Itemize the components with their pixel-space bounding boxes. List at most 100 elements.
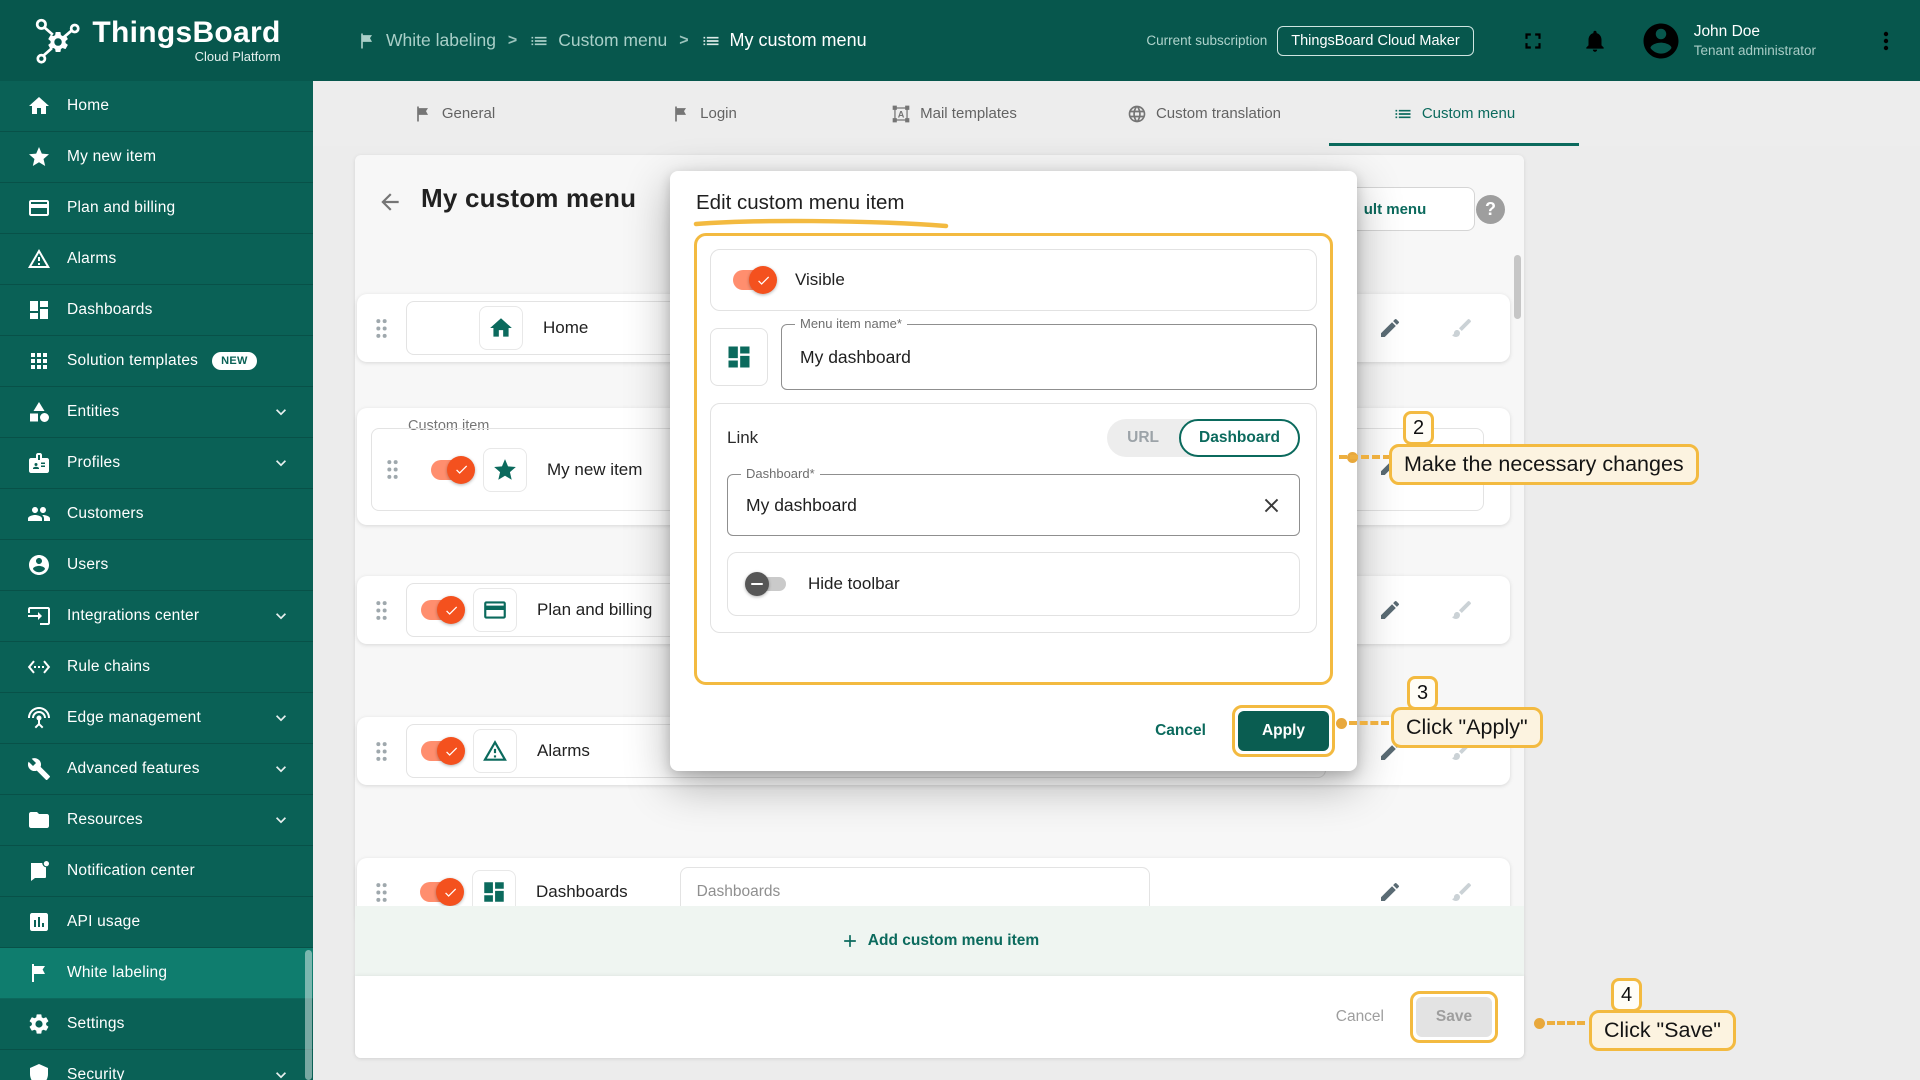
annotation-step-label: Make the necessary changes [1389, 444, 1699, 485]
sidebar-item-users[interactable]: Users [0, 540, 313, 591]
list-icon [1393, 104, 1413, 124]
sidebar-item-solution-templates[interactable]: Solution templates NEW [0, 336, 313, 387]
drag-handle-icon[interactable] [375, 318, 388, 339]
sidebar-item-home[interactable]: Home [0, 81, 313, 132]
annotation-connector-dash [1339, 455, 1391, 459]
chevron-down-icon [276, 409, 286, 416]
sheet-footer: Cancel Save [355, 976, 1524, 1058]
sidebar-item-plan-and-billing[interactable]: Plan and billing [0, 183, 313, 234]
fullscreen-icon[interactable] [1520, 28, 1546, 54]
hide-toolbar-toggle[interactable] [745, 572, 786, 596]
apps-icon [27, 349, 51, 373]
field-label: Dashboard* [741, 466, 820, 481]
category-icon [27, 400, 51, 424]
menu-row-label: Dashboards [536, 882, 628, 901]
sidebar-item-entities[interactable]: Entities [0, 387, 313, 438]
star-icon [27, 145, 51, 169]
flag-icon [27, 961, 51, 985]
sidebar-scrollbar[interactable] [305, 950, 312, 1080]
sidebar-item-customers[interactable]: Customers [0, 489, 313, 540]
sidebar-item-notification-center[interactable]: Notification center [0, 846, 313, 897]
breadcrumb-white-labeling[interactable]: White labeling [357, 30, 496, 51]
menu-item-name-field[interactable]: Menu item name* My dashboard [781, 316, 1317, 390]
back-arrow-icon[interactable] [377, 189, 403, 215]
visible-toggle[interactable] [733, 266, 777, 294]
sidebar-item-edge-management[interactable]: Edge management [0, 693, 313, 744]
help-icon[interactable]: ? [1476, 195, 1505, 224]
sidebar-item-api-usage[interactable]: API usage [0, 897, 313, 948]
sidebar-item-advanced-features[interactable]: Advanced features [0, 744, 313, 795]
input-icon [27, 604, 51, 628]
tab-general[interactable]: General [329, 81, 579, 146]
tab-login[interactable]: Login [579, 81, 829, 146]
breadcrumb-my-custom-menu[interactable]: My custom menu [701, 30, 867, 51]
user-info[interactable]: John Doe Tenant administrator [1694, 23, 1816, 58]
check-icon [444, 887, 456, 897]
chevron-down-icon [276, 766, 286, 773]
tab-custom-menu[interactable]: Custom menu [1329, 81, 1579, 146]
tab-custom-translation[interactable]: Custom translation [1079, 81, 1329, 146]
brush-icon[interactable] [1450, 880, 1474, 904]
warning-icon[interactable] [473, 729, 517, 773]
edit-pencil-icon[interactable] [1378, 316, 1402, 340]
menu-row-label: My new item [547, 459, 643, 479]
globe-icon [1127, 104, 1147, 124]
annotation-connector-dot [1336, 718, 1347, 729]
link-card: Link URL Dashboard Dashboard* My dashboa… [710, 403, 1317, 633]
dashboard-select-field[interactable]: Dashboard* My dashboard [727, 466, 1300, 536]
drag-handle-icon[interactable] [375, 741, 388, 762]
build-icon [27, 757, 51, 781]
flag-icon [671, 104, 691, 124]
notifications-bell-icon[interactable] [1582, 28, 1608, 54]
apply-button[interactable]: Apply [1237, 711, 1329, 751]
hide-toolbar-label: Hide toolbar [808, 574, 900, 593]
annotation-step-label: Click "Apply" [1391, 707, 1543, 748]
home-icon[interactable] [479, 306, 523, 350]
visible-toggle[interactable] [421, 596, 465, 624]
dialog-cancel-button[interactable]: Cancel [1139, 712, 1222, 750]
sidebar-item-settings[interactable]: Settings [0, 999, 313, 1050]
sidebar-item-alarms[interactable]: Alarms [0, 234, 313, 285]
brush-icon[interactable] [1450, 316, 1474, 340]
edit-pencil-icon[interactable] [1378, 598, 1402, 622]
sidebar-item-rule-chains[interactable]: Rule chains [0, 642, 313, 693]
sidebar-item-resources[interactable]: Resources [0, 795, 313, 846]
breadcrumb-custom-menu[interactable]: Custom menu [529, 30, 667, 51]
new-badge: NEW [212, 352, 257, 370]
tab-mail-templates[interactable]: A Mail templates [829, 81, 1079, 146]
sidebar-item-security[interactable]: Security [0, 1050, 313, 1080]
link-type-url-option[interactable]: URL [1107, 429, 1179, 447]
clear-icon[interactable] [1260, 494, 1283, 517]
sidebar-item-profiles[interactable]: Profiles [0, 438, 313, 489]
sidebar-item-white-labeling[interactable]: White labeling [0, 948, 313, 999]
thingsboard-logo[interactable]: ThingsBoard Cloud Platform [0, 16, 313, 66]
cancel-button[interactable]: Cancel [1336, 1008, 1384, 1026]
sidebar-item-my-new-item[interactable]: My new item [0, 132, 313, 183]
sidebar: Home My new item Plan and billing Alarms… [0, 81, 313, 1080]
edit-pencil-icon[interactable] [1378, 880, 1402, 904]
kebab-menu-icon[interactable] [1874, 29, 1898, 53]
menu-item-icon-button[interactable] [710, 328, 768, 386]
page-title: My custom menu [421, 183, 637, 213]
visible-toggle[interactable] [420, 878, 464, 906]
add-custom-menu-item-button[interactable]: Add custom menu item [355, 906, 1524, 976]
brush-icon[interactable] [1450, 598, 1474, 622]
visible-toggle[interactable] [421, 737, 465, 765]
drag-handle-icon[interactable] [386, 459, 399, 480]
avatar[interactable] [1640, 20, 1682, 62]
mailtpl-icon: A [891, 104, 911, 124]
credit-card-icon[interactable] [473, 588, 517, 632]
link-type-dashboard-option[interactable]: Dashboard [1179, 419, 1300, 457]
flag-icon [413, 104, 433, 124]
star-icon[interactable] [483, 447, 527, 492]
content-scrollbar[interactable] [1514, 255, 1521, 319]
save-button[interactable]: Save [1416, 997, 1492, 1037]
drag-handle-icon[interactable] [375, 600, 388, 621]
visible-toggle[interactable] [431, 455, 475, 484]
sidebar-item-integrations-center[interactable]: Integrations center [0, 591, 313, 642]
subscription-chip[interactable]: ThingsBoard Cloud Maker [1277, 25, 1474, 56]
drag-handle-icon[interactable] [375, 882, 388, 903]
sidebar-item-dashboards[interactable]: Dashboards [0, 285, 313, 336]
link-label: Link [727, 428, 759, 447]
dialog-title: Edit custom menu item [696, 191, 905, 214]
